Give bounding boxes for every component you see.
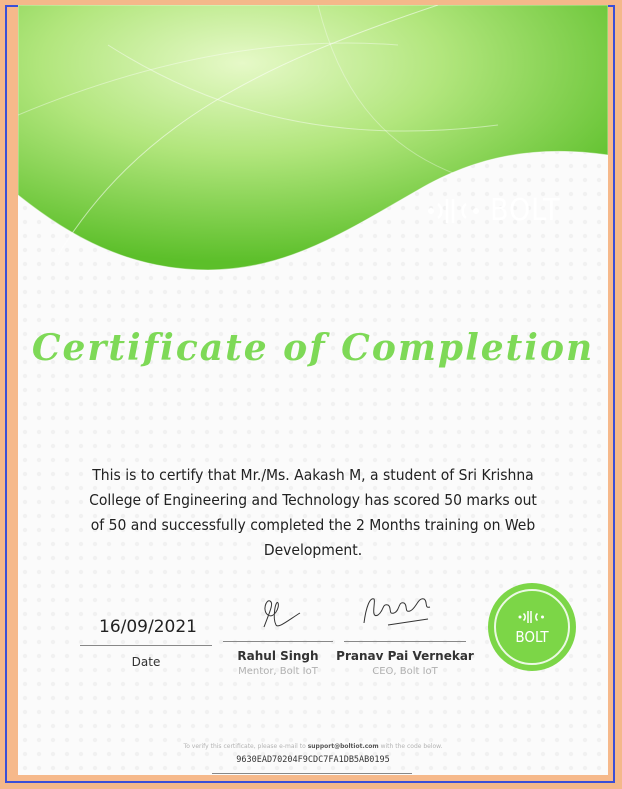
certificate: BOLT Certificate of Completion This is t… bbox=[18, 5, 608, 775]
signature-pranav-pai-vernekar bbox=[363, 598, 431, 626]
bolt-logo: BOLT bbox=[426, 193, 561, 229]
bolt-seal: BOLT bbox=[488, 583, 576, 671]
bolt-wave-icon bbox=[428, 199, 479, 223]
verification-note: To verify this certificate, please e-mai… bbox=[183, 743, 443, 750]
code-underline bbox=[212, 773, 412, 774]
support-email-link[interactable]: support@boltiot.com bbox=[308, 743, 379, 750]
signatory-1-name: Rahul Singh bbox=[237, 649, 319, 663]
signature-line-2 bbox=[344, 641, 466, 642]
brand-name: BOLT bbox=[490, 193, 561, 228]
certificate-title: Certificate of Completion bbox=[31, 327, 595, 369]
verification-code: 9630EAD70204F9CDC7FA1DB5AB0195 bbox=[236, 755, 390, 765]
signature-rahul-singh bbox=[263, 600, 301, 628]
signatory-2-role: CEO, Bolt IoT bbox=[372, 666, 438, 677]
date-label: Date bbox=[131, 655, 161, 669]
certificate-body: This is to certify that Mr./Ms. Aakash M… bbox=[89, 466, 537, 559]
signature-line-1 bbox=[223, 641, 333, 642]
date-value: 16/09/2021 bbox=[99, 617, 197, 637]
signatory-2-name: Pranav Pai Vernekar bbox=[336, 649, 474, 663]
seal-ring bbox=[494, 589, 570, 665]
date-line bbox=[80, 645, 212, 646]
signatory-1-role: Mentor, Bolt IoT bbox=[238, 666, 318, 677]
